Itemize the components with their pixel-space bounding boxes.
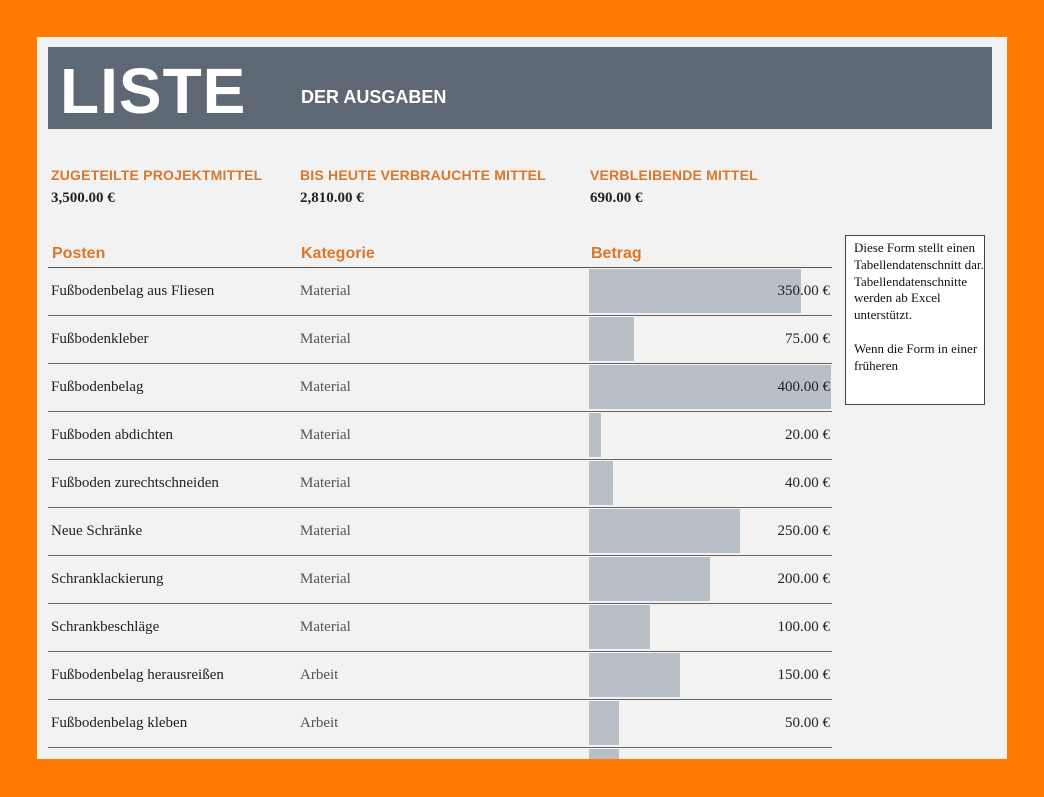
cell-posten[interactable]: Schranklackierung: [51, 571, 163, 588]
spent-value[interactable]: 2,810.00 €: [300, 190, 546, 207]
cell-kategorie[interactable]: Arbeit: [300, 667, 338, 684]
amount-bar: [589, 605, 650, 649]
cell-posten[interactable]: Neue Schränke: [51, 523, 142, 540]
cell-kategorie[interactable]: Material: [300, 619, 351, 636]
table-row[interactable]: Fußbodenbelag kleben Arbeit 50.00 €: [48, 700, 832, 748]
table-row[interactable]: Neue Schränke Material 250.00 €: [48, 508, 832, 556]
expense-sheet: LISTE DER AUSGABEN ZUGETEILTE PROJEKTMIT…: [37, 37, 1007, 759]
cell-kategorie[interactable]: Material: [300, 427, 351, 444]
cell-kategorie[interactable]: Arbeit: [300, 715, 338, 732]
table-row[interactable]: Fußboden zurechtschneiden Material 40.00 €: [48, 460, 832, 508]
cell-kategorie[interactable]: Material: [300, 379, 351, 396]
cell-kategorie[interactable]: Material: [300, 331, 351, 348]
table-header: Posten Kategorie Betrag: [48, 243, 832, 268]
amount-bar: [589, 461, 613, 505]
remaining-label: VERBLEIBENDE MITTEL: [590, 167, 758, 183]
cell-kategorie[interactable]: Material: [300, 571, 351, 588]
column-header-posten[interactable]: Posten: [52, 245, 105, 263]
amount-bar: [589, 701, 619, 745]
amount-bar: [589, 413, 601, 457]
summary-spent: BIS HEUTE VERBRAUCHTE MITTEL 2,810.00 €: [300, 167, 546, 207]
cell-posten[interactable]: Fußbodenkleber: [51, 331, 148, 348]
allocated-value[interactable]: 3,500.00 €: [51, 190, 262, 207]
cell-betrag[interactable]: 40.00 €: [785, 475, 830, 492]
table-row[interactable]: Fußbodenkleber Material 75.00 €: [48, 316, 832, 364]
spent-label: BIS HEUTE VERBRAUCHTE MITTEL: [300, 167, 546, 183]
amount-bar: [589, 269, 801, 313]
summary-allocated: ZUGETEILTE PROJEKTMITTEL 3,500.00 €: [51, 167, 262, 207]
note-text-1: Diese Form stellt einen Tabellendatensch…: [854, 240, 984, 323]
table-row[interactable]: Fußbodenbelag aus Fliesen Material 350.00 …: [48, 268, 832, 316]
page-subtitle: DER AUSGABEN: [301, 87, 447, 107]
cell-betrag[interactable]: 350.00 €: [778, 283, 831, 300]
cell-betrag[interactable]: 75.00 €: [785, 331, 830, 348]
cell-kategorie[interactable]: Material: [300, 523, 351, 540]
amount-bar: [589, 749, 619, 759]
title-banner: LISTE DER AUSGABEN: [48, 47, 992, 129]
column-header-kategorie[interactable]: Kategorie: [301, 245, 375, 263]
expense-table-body: Fußbodenbelag aus Fliesen Material 350.00 …: [48, 268, 832, 759]
cell-posten[interactable]: Fußbodenbelag aus Fliesen: [51, 283, 214, 300]
cell-posten[interactable]: Fußbodenbelag kleben: [51, 715, 187, 732]
cell-posten[interactable]: Fußbodenbelag herausreißen: [51, 667, 224, 684]
note-text-2: Wenn die Form in einer früheren: [854, 340, 978, 373]
table-row[interactable]: [48, 748, 832, 759]
cell-kategorie[interactable]: Material: [300, 283, 351, 300]
cell-betrag[interactable]: 50.00 €: [785, 715, 830, 732]
summary-remaining: VERBLEIBENDE MITTEL 690.00 €: [590, 167, 758, 207]
cell-betrag[interactable]: 200.00 €: [778, 571, 831, 588]
table-row[interactable]: Fußbodenbelag Material 400.00 €: [48, 364, 832, 412]
cell-betrag[interactable]: 100.00 €: [778, 619, 831, 636]
cell-betrag[interactable]: 250.00 €: [778, 523, 831, 540]
amount-bar: [589, 317, 634, 361]
amount-bar: [589, 653, 680, 697]
allocated-label: ZUGETEILTE PROJEKTMITTEL: [51, 167, 263, 183]
cell-betrag[interactable]: 400.00 €: [778, 379, 831, 396]
amount-bar: [589, 509, 740, 553]
slicer-placeholder-note: Diese Form stellt einen Tabellendatensch…: [845, 235, 985, 405]
table-row[interactable]: Schrankbeschläge Material 100.00 €: [48, 604, 832, 652]
table-row[interactable]: Fußbodenbelag herausreißen Arbeit 150.00 €: [48, 652, 832, 700]
remaining-value[interactable]: 690.00 €: [590, 190, 758, 207]
amount-bar: [589, 557, 710, 601]
cell-kategorie[interactable]: Material: [300, 475, 351, 492]
table-row[interactable]: Fußboden abdichten Material 20.00 €: [48, 412, 832, 460]
column-header-betrag[interactable]: Betrag: [591, 245, 642, 263]
cell-posten[interactable]: Fußboden zurechtschneiden: [51, 475, 219, 492]
cell-betrag[interactable]: 150.00 €: [778, 667, 831, 684]
cell-posten[interactable]: Fußbodenbelag: [51, 379, 143, 396]
cell-posten[interactable]: Schrankbeschläge: [51, 619, 159, 636]
cell-betrag[interactable]: 20.00 €: [785, 427, 830, 444]
cell-posten[interactable]: Fußboden abdichten: [51, 427, 173, 444]
page-title: LISTE: [60, 55, 247, 127]
table-row[interactable]: Schranklackierung Material 200.00 €: [48, 556, 832, 604]
